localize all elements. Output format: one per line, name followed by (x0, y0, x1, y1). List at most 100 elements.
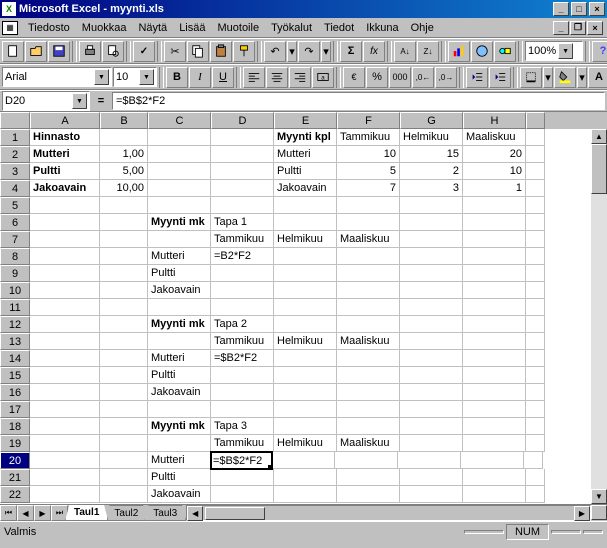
undo-dropdown-icon[interactable]: ▾ (287, 41, 297, 62)
cell-C15[interactable]: Pultti (148, 367, 211, 384)
cell-D1[interactable] (211, 129, 274, 146)
hscroll-thumb[interactable] (205, 507, 265, 520)
cell-F1[interactable]: Tammikuu (337, 129, 400, 146)
cell-C21[interactable]: Pultti (148, 469, 211, 486)
currency-icon[interactable]: € (343, 67, 365, 88)
cell-I6[interactable] (526, 214, 545, 231)
open-icon[interactable] (25, 41, 47, 62)
cell-F20[interactable] (335, 452, 398, 469)
function-icon[interactable]: fx (363, 41, 385, 62)
col-header-G[interactable]: G (400, 112, 463, 129)
cell-G17[interactable] (400, 401, 463, 418)
cell-G19[interactable] (400, 435, 463, 452)
cell-G18[interactable] (400, 418, 463, 435)
cell-G12[interactable] (400, 316, 463, 333)
cell-I15[interactable] (526, 367, 545, 384)
cell-G15[interactable] (400, 367, 463, 384)
cell-A9[interactable] (30, 265, 100, 282)
cell-C14[interactable]: Mutteri (148, 350, 211, 367)
fill-color-icon[interactable] (554, 67, 576, 88)
cell-B17[interactable] (100, 401, 148, 418)
cell-I3[interactable] (526, 163, 545, 180)
cell-I13[interactable] (526, 333, 545, 350)
autosum-icon[interactable]: Σ (340, 41, 362, 62)
cell-D6[interactable]: Tapa 1 (211, 214, 274, 231)
redo-dropdown-icon[interactable]: ▾ (321, 41, 331, 62)
cell-F13[interactable]: Maaliskuu (337, 333, 400, 350)
cell-F7[interactable]: Maaliskuu (337, 231, 400, 248)
workbook-icon[interactable]: ▦ (2, 21, 18, 35)
menu-window[interactable]: Ikkuna (360, 21, 404, 35)
cell-G5[interactable] (400, 197, 463, 214)
cell-A19[interactable] (30, 435, 100, 452)
borders-dropdown-icon[interactable]: ▾ (543, 67, 553, 88)
cell-E15[interactable] (274, 367, 337, 384)
col-header-A[interactable]: A (30, 112, 100, 129)
col-header-H[interactable]: H (463, 112, 526, 129)
cell-G21[interactable] (400, 469, 463, 486)
cell-B19[interactable] (100, 435, 148, 452)
align-right-icon[interactable] (289, 67, 311, 88)
cell-I1[interactable] (526, 129, 545, 146)
cell-H6[interactable] (463, 214, 526, 231)
cell-B10[interactable] (100, 282, 148, 299)
decrease-indent-icon[interactable] (466, 67, 488, 88)
col-header-E[interactable]: E (274, 112, 337, 129)
scroll-left-icon[interactable]: ◀ (187, 506, 203, 521)
vertical-scrollbar[interactable]: ▲ ▼ (591, 129, 607, 504)
cell-F11[interactable] (337, 299, 400, 316)
cell-C22[interactable]: Jakoavain (148, 486, 211, 503)
cut-icon[interactable]: ✂ (164, 41, 186, 62)
cell-D15[interactable] (211, 367, 274, 384)
cell-A3[interactable]: Pultti (30, 163, 100, 180)
print-preview-icon[interactable] (102, 41, 124, 62)
row-header-14[interactable]: 14 (0, 350, 30, 367)
cell-G22[interactable] (400, 486, 463, 503)
print-icon[interactable] (79, 41, 101, 62)
underline-button[interactable]: U (212, 67, 234, 88)
cell-A21[interactable] (30, 469, 100, 486)
cell-E2[interactable]: Mutteri (274, 146, 337, 163)
cell-A15[interactable] (30, 367, 100, 384)
cell-I5[interactable] (526, 197, 545, 214)
cell-E6[interactable] (274, 214, 337, 231)
menu-edit[interactable]: Muokkaa (76, 21, 133, 35)
cell-G2[interactable]: 15 (400, 146, 463, 163)
cell-A7[interactable] (30, 231, 100, 248)
menu-view[interactable]: Näytä (132, 21, 173, 35)
cell-F9[interactable] (337, 265, 400, 282)
cell-C17[interactable] (148, 401, 211, 418)
row-header-8[interactable]: 8 (0, 248, 30, 265)
cell-D17[interactable] (211, 401, 274, 418)
copy-icon[interactable] (187, 41, 209, 62)
cell-C19[interactable] (148, 435, 211, 452)
cell-G9[interactable] (400, 265, 463, 282)
row-header-9[interactable]: 9 (0, 265, 30, 282)
menu-tools[interactable]: Työkalut (265, 21, 318, 35)
cell-F6[interactable] (337, 214, 400, 231)
cell-E18[interactable] (274, 418, 337, 435)
row-header-7[interactable]: 7 (0, 231, 30, 248)
cell-E17[interactable] (274, 401, 337, 418)
cell-H18[interactable] (463, 418, 526, 435)
tab-last-icon[interactable]: ⏭ (51, 505, 68, 521)
row-header-19[interactable]: 19 (0, 435, 30, 452)
cell-H16[interactable] (463, 384, 526, 401)
cell-F5[interactable] (337, 197, 400, 214)
cell-D5[interactable] (211, 197, 274, 214)
cell-A14[interactable] (30, 350, 100, 367)
cell-D18[interactable]: Tapa 3 (211, 418, 274, 435)
cell-F3[interactable]: 5 (337, 163, 400, 180)
cell-C2[interactable] (148, 146, 211, 163)
cell-I12[interactable] (526, 316, 545, 333)
cell-B4[interactable]: 10,00 (100, 180, 148, 197)
cell-C12[interactable]: Myynti mk (148, 316, 211, 333)
row-header-17[interactable]: 17 (0, 401, 30, 418)
zoom-combo[interactable]: 100%▼ (525, 41, 583, 61)
map-icon[interactable] (471, 41, 493, 62)
select-all-corner[interactable] (0, 112, 30, 129)
horizontal-scrollbar[interactable]: ◀ ▶ (186, 505, 591, 521)
cell-H19[interactable] (463, 435, 526, 452)
menu-help[interactable]: Ohje (405, 21, 440, 35)
menu-file[interactable]: Tiedosto (22, 21, 76, 35)
